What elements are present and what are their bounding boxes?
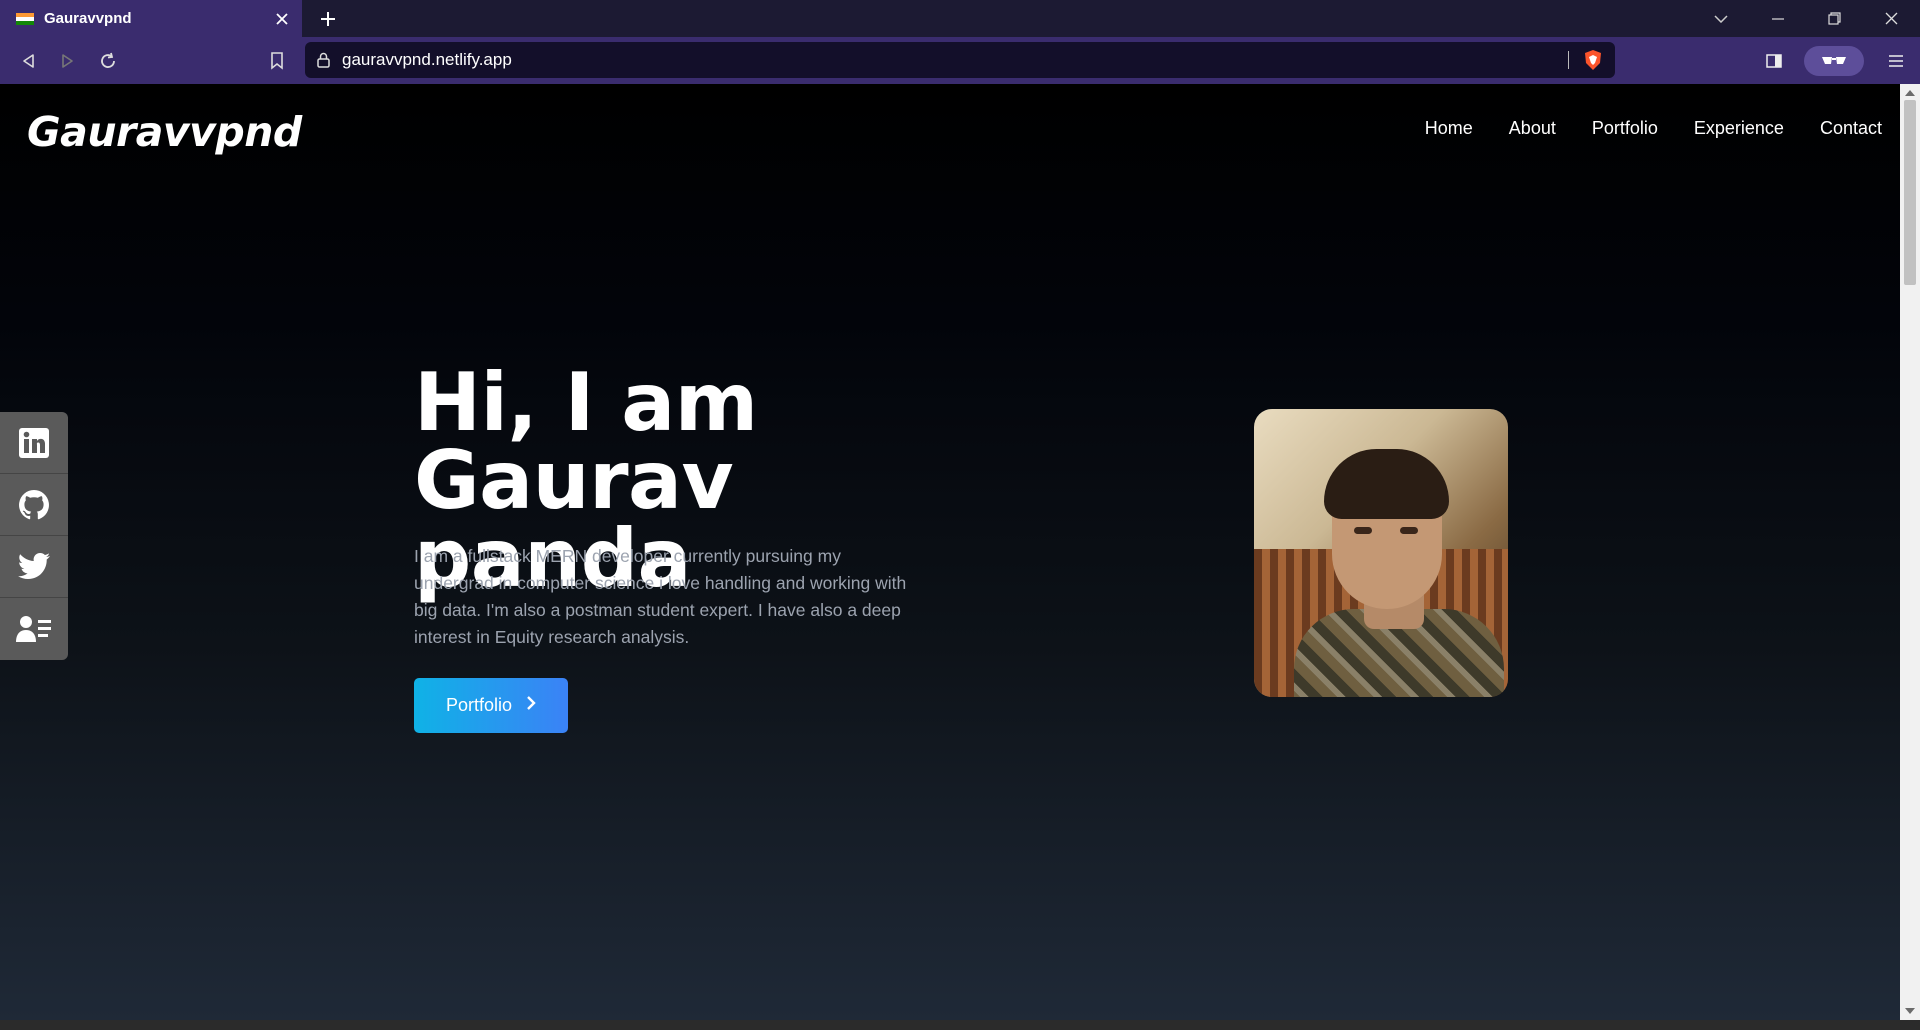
site-nav: Home About Portfolio Experience Contact [1425,118,1882,139]
bookmark-icon[interactable] [257,41,297,81]
back-button[interactable] [8,41,48,81]
reload-button[interactable] [88,41,128,81]
close-window-button[interactable] [1863,0,1920,37]
github-icon[interactable] [0,474,68,536]
chevron-right-icon [526,695,536,716]
nav-contact[interactable]: Contact [1820,118,1882,139]
hero-description: I am a fullstack MERN developer currentl… [414,546,907,647]
nav-home[interactable]: Home [1425,118,1473,139]
brave-shields-icon[interactable] [1583,49,1603,76]
toolbar-right [1754,37,1920,84]
menu-icon[interactable] [1876,41,1916,81]
favicon-india-flag-icon [16,12,34,25]
forward-button[interactable] [48,41,88,81]
nav-about[interactable]: About [1509,118,1556,139]
lock-icon [317,52,330,68]
window-controls [1692,0,1920,37]
photo-eye-right [1400,527,1418,534]
page-scrollbar[interactable] [1900,84,1920,1020]
portfolio-button-label: Portfolio [445,695,513,715]
photo-eye-left [1354,527,1372,534]
url-text: gauravvpnd.netlify.app [342,50,512,69]
tab-strip: Gauravvpnd [0,0,1920,37]
nav-experience[interactable]: Experience [1694,118,1784,139]
social-sidebar [0,412,68,660]
tab-search-chevron-icon[interactable] [1692,0,1749,37]
browser-toolbar: gauravvpnd.netlify.app [0,37,1920,84]
address-divider [1568,51,1569,69]
twitter-icon[interactable] [0,536,68,598]
profile-photo [1254,409,1508,697]
photo-hair [1324,449,1449,519]
brave-wallet-icon[interactable] [1804,45,1864,76]
linkedin-icon[interactable] [0,412,68,474]
page-viewport: Gauravvpnd Home About Portfolio Experien… [0,84,1900,1020]
restore-button[interactable] [1806,0,1863,37]
sidebar-toggle-icon[interactable] [1754,41,1794,81]
tab-title: Gauravvpnd [44,10,132,27]
scroll-down-arrow-icon[interactable] [1905,1008,1915,1014]
nav-portfolio[interactable]: Portfolio [1592,118,1658,139]
portfolio-button[interactable]: Portfolio [414,678,568,733]
hero-title-line1: Hi, I am Gaurav [414,356,758,527]
new-tab-button[interactable] [306,0,350,37]
browser-tab[interactable]: Gauravvpnd [0,0,302,37]
address-bar[interactable]: gauravvpnd.netlify.app [305,42,1615,78]
resume-icon[interactable] [0,598,68,660]
minimize-button[interactable] [1749,0,1806,37]
tab-close-icon[interactable] [272,9,292,29]
scroll-up-arrow-icon[interactable] [1905,90,1915,96]
scrollbar-thumb[interactable] [1904,100,1916,285]
taskbar-edge [0,1020,1920,1030]
site-logo[interactable]: Gauravvpnd [27,108,302,156]
